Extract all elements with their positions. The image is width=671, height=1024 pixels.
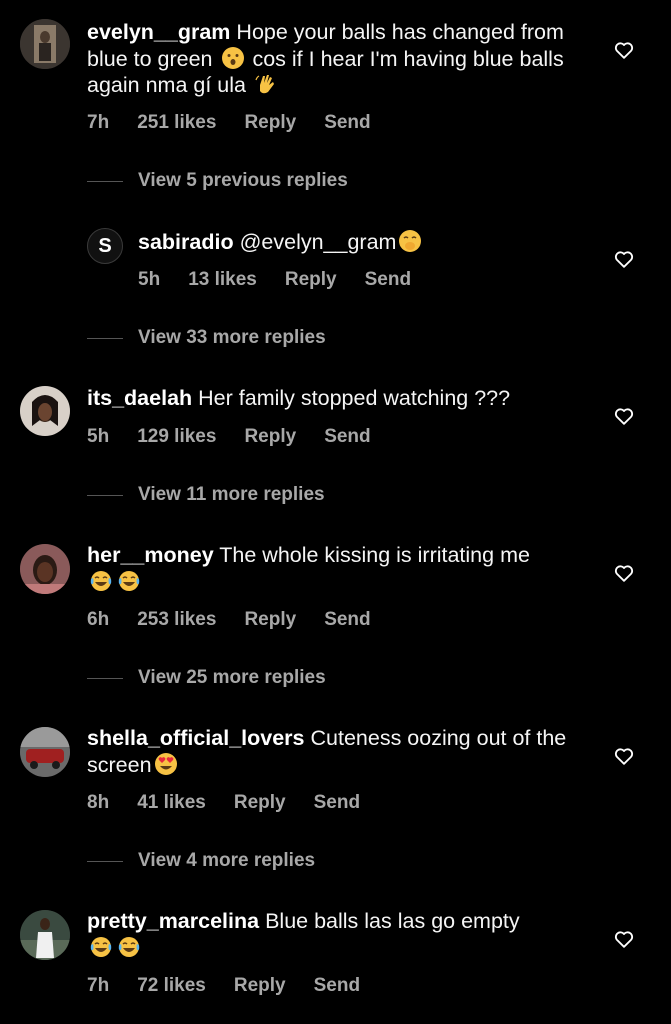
comment-body: Blue balls las las go empty — [265, 909, 520, 933]
comment-body[interactable]: @evelyn__gram — [240, 230, 397, 254]
tears-of-joy-emoji — [89, 935, 113, 959]
view-replies-label[interactable]: View 25 more replies — [138, 667, 326, 689]
comment-meta: 6h 253 likes Reply Send — [87, 609, 371, 631]
comment-time: 8h — [87, 792, 110, 813]
view-replies-button[interactable]: View 5 previous replies — [87, 168, 348, 194]
avatar[interactable] — [20, 910, 70, 960]
comment-meta: 7h 72 likes Reply Send — [87, 975, 360, 997]
avatar[interactable] — [20, 727, 70, 777]
comment-username[interactable]: shella_official_lovers — [87, 726, 305, 750]
like-heart-icon[interactable] — [613, 562, 635, 584]
view-replies-label[interactable]: View 4 more replies — [138, 850, 315, 872]
like-heart-icon[interactable] — [613, 39, 635, 61]
comment-username[interactable]: her__money — [87, 543, 214, 567]
comment-meta: 8h 41 likes Reply Send — [87, 792, 360, 814]
comment-text: sabiradio @evelyn__gram — [138, 229, 578, 256]
tears-of-joy-emoji — [117, 935, 141, 959]
reply-button[interactable]: Reply — [244, 609, 296, 631]
view-replies-label[interactable]: View 11 more replies — [138, 484, 325, 506]
comment-time: 5h — [87, 426, 110, 447]
comment-meta: 5h 129 likes Reply Send — [87, 426, 371, 448]
view-replies-label[interactable]: View 5 previous replies — [138, 170, 348, 192]
comment-likes[interactable]: 72 likes — [137, 975, 206, 997]
comment-time: 7h — [87, 112, 110, 133]
avatar[interactable] — [20, 544, 70, 594]
reply-button[interactable]: Reply — [234, 975, 286, 997]
divider-line — [87, 860, 123, 862]
send-button[interactable]: Send — [314, 792, 360, 814]
heart-eyes-emoji — [154, 752, 178, 776]
send-button[interactable]: Send — [365, 269, 411, 291]
reply-button[interactable]: Reply — [244, 112, 296, 134]
tears-of-joy-emoji — [89, 569, 113, 593]
send-button[interactable]: Send — [324, 112, 370, 134]
divider-line — [87, 337, 123, 339]
comment-username[interactable]: its_daelah — [87, 386, 192, 410]
comment-time: 5h — [138, 269, 161, 290]
comment-text: her__money The whole kissing is irritati… — [87, 543, 577, 595]
comment-time: 6h — [87, 609, 110, 630]
like-heart-icon[interactable] — [613, 405, 635, 427]
view-replies-button[interactable]: View 4 more replies — [87, 848, 315, 874]
avatar[interactable] — [20, 19, 70, 69]
avatar[interactable]: S — [87, 228, 123, 264]
comment-body: The whole kissing is irritating me — [219, 543, 530, 567]
comment-text: evelyn__gram Hope your balls has changed… — [87, 20, 577, 99]
like-heart-icon[interactable] — [613, 928, 635, 950]
comment-body: Her family stopped watching ??? — [198, 386, 511, 410]
comment-likes[interactable]: 251 likes — [137, 112, 216, 134]
view-replies-button[interactable]: View 11 more replies — [87, 482, 325, 508]
send-button[interactable]: Send — [314, 975, 360, 997]
view-replies-button[interactable]: View 33 more replies — [87, 325, 326, 351]
reply-button[interactable]: Reply — [244, 426, 296, 448]
view-replies-label[interactable]: View 33 more replies — [138, 327, 326, 349]
view-replies-button[interactable]: View 25 more replies — [87, 665, 326, 691]
face-with-hand-over-mouth-emoji — [398, 229, 422, 253]
comment-likes[interactable]: 129 likes — [137, 426, 216, 448]
comment-likes[interactable]: 13 likes — [188, 269, 257, 291]
comment-likes[interactable]: 253 likes — [137, 609, 216, 631]
comment-text: its_daelah Her family stopped watching ?… — [87, 386, 577, 412]
send-button[interactable]: Send — [324, 426, 370, 448]
reply-button[interactable]: Reply — [234, 792, 286, 814]
divider-line — [87, 677, 123, 679]
like-heart-icon[interactable] — [613, 745, 635, 767]
comment-meta: 7h 251 likes Reply Send — [87, 112, 371, 134]
reply-button[interactable]: Reply — [285, 269, 337, 291]
comment-username[interactable]: sabiradio — [138, 230, 234, 254]
comment-text: pretty_marcelina Blue balls las las go e… — [87, 909, 577, 961]
divider-line — [87, 494, 123, 496]
tears-of-joy-emoji — [117, 569, 141, 593]
comment-time: 7h — [87, 975, 110, 996]
waving-hand-emoji — [254, 72, 278, 96]
send-button[interactable]: Send — [324, 609, 370, 631]
divider-line — [87, 180, 123, 182]
like-heart-icon[interactable] — [613, 248, 635, 270]
avatar[interactable] — [20, 386, 70, 436]
comment-likes[interactable]: 41 likes — [137, 792, 206, 814]
comment-username[interactable]: evelyn__gram — [87, 20, 230, 44]
comment-meta: 5h 13 likes Reply Send — [138, 269, 411, 291]
comment-username[interactable]: pretty_marcelina — [87, 909, 259, 933]
hushed-face-emoji — [221, 46, 245, 70]
comment-text: shella_official_lovers Cuteness oozing o… — [87, 726, 577, 778]
